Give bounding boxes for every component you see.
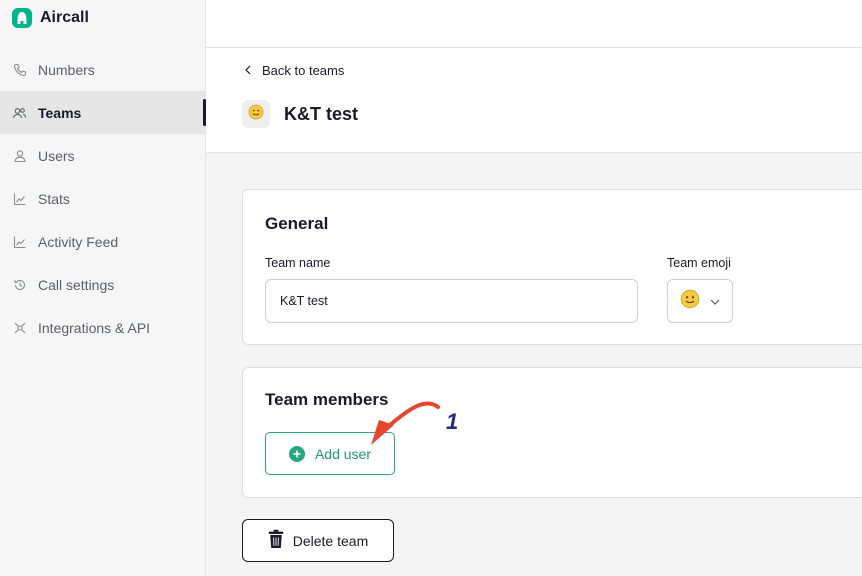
integrations-icon xyxy=(12,320,27,335)
sidebar-item-activity-feed[interactable]: Activity Feed xyxy=(0,220,206,263)
app-root: Aircall Numbers Teams Users Stats Activi… xyxy=(0,0,862,576)
aircall-logo-icon xyxy=(12,8,32,28)
chevron-left-icon xyxy=(244,63,252,78)
sidebar-item-label: Numbers xyxy=(38,61,95,78)
sidebar-item-label: Activity Feed xyxy=(38,233,119,250)
team-members-card: Team members Add user xyxy=(242,367,862,498)
phone-icon xyxy=(12,62,27,77)
delete-team-label: Delete team xyxy=(292,532,369,549)
top-bar xyxy=(206,0,862,48)
sidebar-item-label: Teams xyxy=(38,104,82,121)
plus-circle-icon xyxy=(288,445,305,462)
back-to-teams-link[interactable]: Back to teams xyxy=(244,63,344,78)
sidebar-item-label: Users xyxy=(38,147,75,164)
user-icon xyxy=(12,148,27,163)
sidebar-item-numbers[interactable]: Numbers xyxy=(0,48,206,91)
sidebar-item-label: Call settings xyxy=(38,276,115,293)
add-user-button[interactable]: Add user xyxy=(265,432,395,475)
tutorial-step-number: 1 xyxy=(446,409,459,434)
chart-icon xyxy=(12,191,27,206)
team-emoji-select[interactable] xyxy=(667,279,733,323)
team-name-input[interactable] xyxy=(265,279,638,323)
sidebar-item-users[interactable]: Users xyxy=(0,134,206,177)
sidebar-item-integrations[interactable]: Integrations & API xyxy=(0,306,206,349)
team-emoji-label: Team emoji xyxy=(667,256,731,270)
sidebar-item-label: Stats xyxy=(38,190,70,207)
chevron-down-icon xyxy=(710,292,720,310)
brand-name: Aircall xyxy=(40,9,89,26)
smiley-icon xyxy=(680,289,700,314)
history-icon xyxy=(12,277,27,292)
main-content: Back to teams K&T test General Team name… xyxy=(206,0,862,576)
sidebar-item-stats[interactable]: Stats xyxy=(0,177,206,220)
sidebar-item-call-settings[interactable]: Call settings xyxy=(0,263,206,306)
add-user-label: Add user xyxy=(314,445,372,462)
sidebar: Aircall Numbers Teams Users Stats Activi… xyxy=(0,0,206,576)
activity-icon xyxy=(12,234,27,249)
sidebar-item-label: Integrations & API xyxy=(38,319,151,336)
page-header: Back to teams K&T test xyxy=(206,48,862,153)
back-link-label: Back to teams xyxy=(262,63,345,78)
team-members-heading: Team members xyxy=(265,390,389,409)
team-name-label: Team name xyxy=(265,256,331,270)
smiley-icon xyxy=(248,104,264,125)
trash-icon xyxy=(268,529,284,552)
sidebar-nav: Numbers Teams Users Stats Activity Feed … xyxy=(0,48,206,349)
team-icon xyxy=(12,105,27,120)
title-row: K&T test xyxy=(242,100,358,128)
general-card: General Team name Team emoji xyxy=(242,189,862,345)
team-emoji-badge xyxy=(242,100,270,128)
delete-team-button[interactable]: Delete team xyxy=(242,519,394,562)
page-title: K&T test xyxy=(284,103,359,124)
brand[interactable]: Aircall xyxy=(12,8,89,28)
general-heading: General xyxy=(265,214,329,233)
sidebar-item-teams[interactable]: Teams xyxy=(0,91,206,134)
